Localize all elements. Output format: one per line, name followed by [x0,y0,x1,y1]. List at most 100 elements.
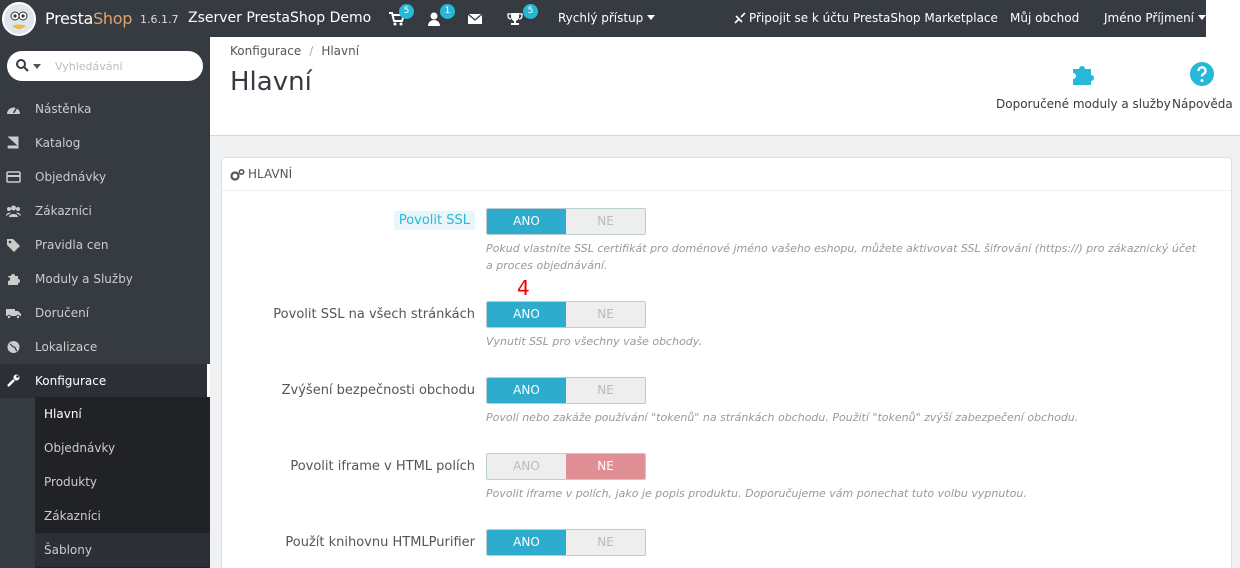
subnav-item-label: Šablony [44,543,92,557]
sidebar-item-localization[interactable]: Lokalizace [0,330,210,364]
sidebar-item-shipping[interactable]: Doručení [0,296,210,330]
my-shop-link[interactable]: Můj obchod [1010,11,1079,25]
general-settings-panel: HLAVNÍ Povolit SSL ANO NE Pokud vlastnít… [221,157,1232,568]
brand-shop: Shop [93,9,133,28]
sidebar-item-label: Katalog [35,136,81,150]
brand-name: PrestaShop [45,9,132,28]
search-icon[interactable] [16,59,29,72]
topbar-edge [1206,0,1240,37]
breadcrumb-separator: / [309,44,314,58]
configuration-submenu: Hlavní Objednávky Produkty Zákazníci Šab… [35,397,210,568]
annotation-number: 4 [517,276,530,300]
sidebar-item-customers[interactable]: Zákazníci [0,194,210,228]
subnav-item-products[interactable]: Produkty [35,465,210,499]
user-menu[interactable]: Jméno Příjmení [1104,11,1206,25]
page-title: Hlavní [230,67,312,97]
trophies-badge: 5 [523,4,538,19]
htmlpurifier-switch[interactable]: ANO NE [486,529,646,556]
iframe-switch[interactable]: ANO NE [486,453,646,480]
ssl-enable-yes[interactable]: ANO [487,209,566,234]
credit-card-icon [6,171,21,183]
ssl-enable-no[interactable]: NE [566,209,645,234]
customers-badge: 1 [440,4,455,19]
search-box [7,51,203,81]
sidebar-item-label: Nástěnka [35,102,92,116]
sidebar-item-catalog[interactable]: Katalog [0,126,210,160]
sidebar-item-label: Zákazníci [35,204,92,218]
shop-name-link[interactable]: Zserver PrestaShop Demo [188,10,371,26]
htmlpurifier-no[interactable]: NE [566,530,645,555]
breadcrumb-item[interactable]: Konfigurace [230,44,301,58]
ssl-everywhere-help: Vynutit SSL pro všechny vaše obchody. [486,335,702,348]
sidebar-item-price-rules[interactable]: Pravidla cen [0,228,210,262]
sidebar-item-label: Pravidla cen [35,238,109,252]
subnav-item-general[interactable]: Hlavní [35,397,210,431]
quick-access-dropdown[interactable]: Rychlý přístup [558,11,655,25]
wrench-icon [7,374,20,387]
shop-security-label: Zvýšení bezpečnosti obchodu [281,383,475,398]
ssl-everywhere-label: Povolit SSL na všech stránkách [273,307,475,322]
prestashop-logo[interactable] [2,2,36,36]
cogs-icon [230,168,245,181]
subnav-item-templates[interactable]: Šablony [35,533,210,567]
envelope-icon[interactable] [467,11,483,27]
page-header: Konfigurace / Hlavní Hlavní Doporučené mod… [210,37,1240,136]
sidebar-item-label: Lokalizace [35,340,98,354]
ssl-everywhere-yes[interactable]: ANO [487,302,566,327]
subnav-item-label: Produkty [44,475,98,489]
help-button[interactable]: Nápověda [1172,61,1233,111]
recommended-modules-button[interactable]: Doporučené moduly a služby [996,61,1171,111]
brand-presta: Presta [45,9,94,28]
sidebar-item-label: Doručení [35,306,90,320]
subnav-item-customers[interactable]: Zákazníci [35,499,210,533]
breadcrumb: Konfigurace / Hlavní [230,44,359,58]
version-label: 1.6.1.7 [140,13,179,26]
sidebar: Nástěnka Katalog Objednávky Zákazníci Pr… [0,37,210,568]
shop-security-no[interactable]: NE [566,378,645,403]
panel-title: HLAVNÍ [248,167,293,181]
iframe-label: Povolit iframe v HTML polích [290,459,475,474]
sidebar-item-label: Konfigurace [35,374,107,388]
marketplace-link[interactable]: Připojit se k účtu PrestaShop Marketplac… [749,11,998,25]
subnav-item-label: Hlavní [44,407,82,421]
subnav-item-orders[interactable]: Objednávky [35,431,210,465]
ssl-enable-label[interactable]: Povolit SSL [393,211,475,230]
globe-icon [7,341,20,353]
ssl-enable-switch[interactable]: ANO NE [486,208,646,235]
users-icon [6,205,21,217]
sidebar-item-label: Objednávky [35,170,107,184]
sidebar-item-label: Moduly a Služby [35,272,133,286]
ssl-everywhere-no[interactable]: NE [566,302,645,327]
subnav-item-label: Objednávky [44,441,116,455]
shop-security-yes[interactable]: ANO [487,378,566,403]
panel-heading: HLAVNÍ [222,158,1231,191]
recommended-modules-label: Doporučené moduly a služby [996,97,1171,111]
ssl-everywhere-switch[interactable]: ANO NE [486,301,646,328]
tags-icon [7,239,20,252]
trophy-icon[interactable] [507,11,523,27]
sidebar-item-orders[interactable]: Objednávky [0,160,210,194]
help-label: Nápověda [1172,97,1233,111]
iframe-help: Povolit iframe v polích, jako je popis p… [486,487,1027,500]
subnav-item-label: Zákazníci [44,509,101,523]
search-input[interactable] [55,57,195,75]
htmlpurifier-label: Použít knihovnu HTMLPurifier [285,535,475,550]
link-icon [734,12,746,24]
chevron-down-icon[interactable] [33,64,41,69]
question-circle-icon [1190,62,1215,86]
iframe-yes[interactable]: ANO [487,454,566,479]
htmlpurifier-yes[interactable]: ANO [487,530,566,555]
sidebar-item-configuration[interactable]: Konfigurace [0,364,210,398]
ssl-enable-help: Pokud vlastníte SSL certifikát pro domén… [486,242,1196,272]
sidebar-item-modules[interactable]: Moduly a Služby [0,262,210,296]
shop-security-switch[interactable]: ANO NE [486,377,646,404]
puzzle-icon [1073,66,1095,85]
sidebar-item-dashboard[interactable]: Nástěnka [0,92,210,126]
orders-badge: 5 [399,4,414,19]
book-icon [7,136,19,149]
breadcrumb-item: Hlavní [321,44,360,58]
puzzle-icon [8,274,20,285]
top-bar: PrestaShop 1.6.1.7 Zserver PrestaShop De… [0,0,1240,37]
iframe-no[interactable]: NE [566,454,645,479]
dashboard-icon [7,107,20,114]
